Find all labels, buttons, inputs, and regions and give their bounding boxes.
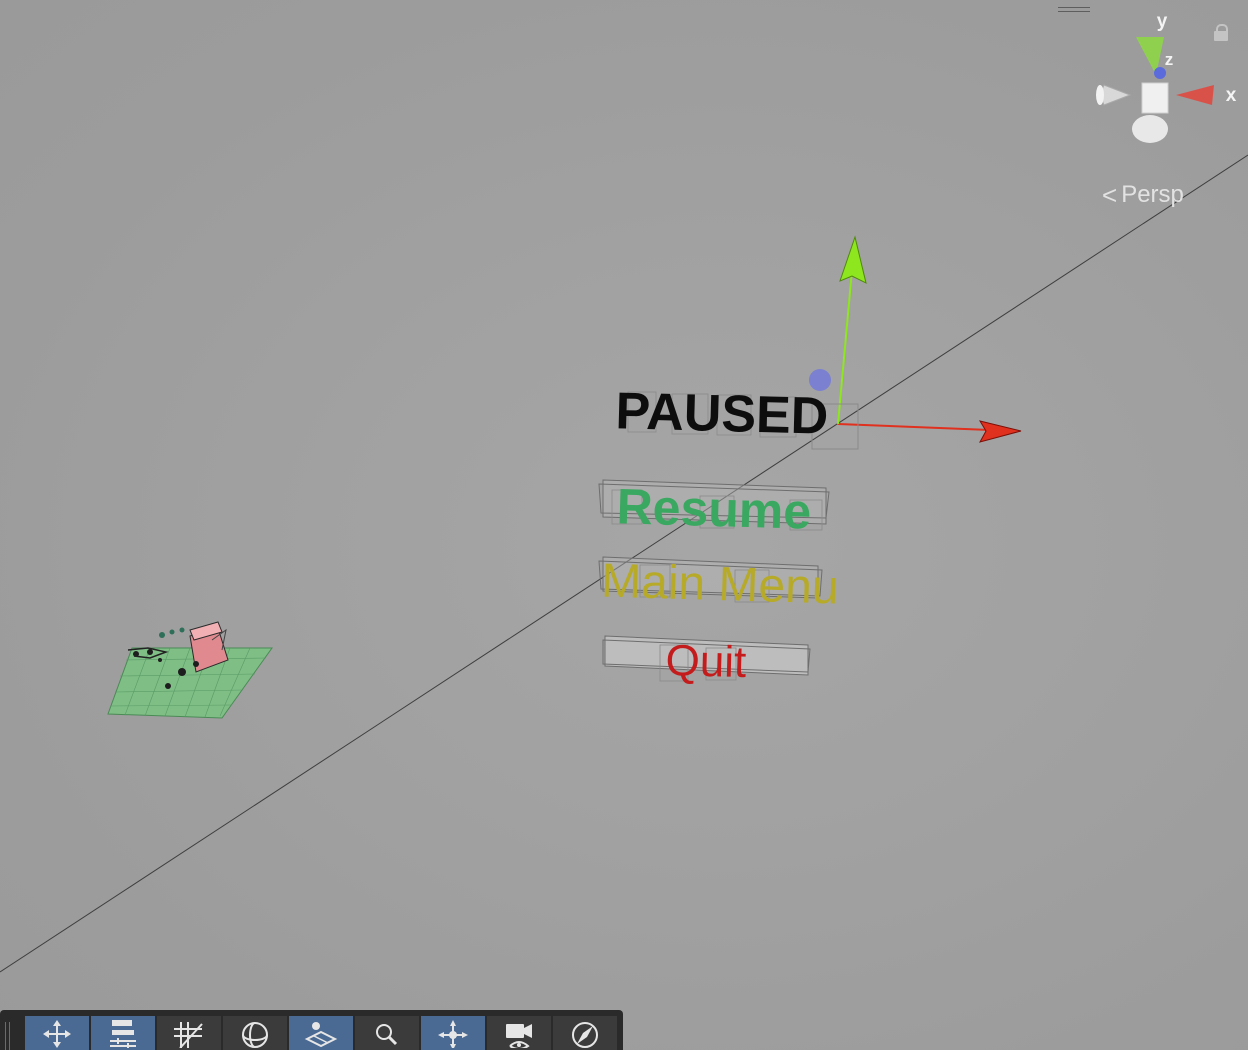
quit-button[interactable]: Quit xyxy=(665,636,747,687)
compass-button[interactable] xyxy=(553,1016,617,1050)
x-arrow-icon[interactable] xyxy=(978,420,1022,443)
scene-view[interactable]: PAUSED Resume Main Menu Quit y z x < Per… xyxy=(0,0,1248,1050)
crosshair-icon xyxy=(438,1020,468,1048)
neg-x-cone-icon[interactable] xyxy=(1099,84,1132,106)
y-arrow-icon[interactable] xyxy=(839,235,867,284)
gizmo-x-label: x xyxy=(1226,85,1237,106)
resume-button[interactable]: Resume xyxy=(616,478,812,539)
move-tool-icon xyxy=(43,1020,71,1048)
gizmo-z-label: z xyxy=(1165,50,1174,69)
crosshair-button[interactable] xyxy=(421,1016,485,1050)
x-cone-icon[interactable] xyxy=(1176,85,1214,105)
layers-icon xyxy=(304,1022,338,1048)
x-axis-handle[interactable] xyxy=(837,423,991,431)
pause-title: PAUSED xyxy=(615,382,829,446)
view-mode-toggle[interactable]: < Persp xyxy=(1102,180,1184,210)
orientation-gizmo[interactable]: y z x xyxy=(1090,5,1248,155)
view-mode-label: Persp xyxy=(1121,181,1184,208)
grid-snap-button[interactable] xyxy=(157,1016,221,1050)
camera-button[interactable] xyxy=(487,1016,551,1050)
neg-y-cone-icon[interactable] xyxy=(1132,115,1168,143)
toolbar-grip-handle[interactable] xyxy=(3,1022,13,1050)
scene-canvas[interactable]: PAUSED Resume Main Menu Quit xyxy=(0,0,1248,1050)
scene-overlay-toolbar xyxy=(0,1010,623,1050)
pivot-tool-icon xyxy=(110,1020,136,1048)
transform-handle[interactable] xyxy=(809,235,1022,443)
main-menu-button[interactable]: Main Menu xyxy=(600,554,839,614)
search-icon xyxy=(376,1024,398,1046)
grid-snap-icon xyxy=(174,1022,203,1048)
gizmo-center-cube[interactable] xyxy=(1141,82,1169,114)
perspective-icon: < xyxy=(1102,179,1118,210)
hamburger-icon[interactable] xyxy=(1058,5,1090,15)
neg-x-cap xyxy=(1096,85,1104,105)
search-button[interactable] xyxy=(355,1016,419,1050)
compass-icon xyxy=(572,1022,598,1048)
layers-button[interactable] xyxy=(289,1016,353,1050)
y-axis-handle[interactable] xyxy=(837,269,853,425)
camera-icon xyxy=(506,1024,532,1048)
move-tool-button[interactable] xyxy=(25,1016,89,1050)
level-prop[interactable] xyxy=(107,621,273,719)
globe-icon xyxy=(242,1022,268,1048)
globe-button[interactable] xyxy=(223,1016,287,1050)
gizmo-y-label: y xyxy=(1157,11,1168,32)
pivot-tool-button[interactable] xyxy=(91,1016,155,1050)
